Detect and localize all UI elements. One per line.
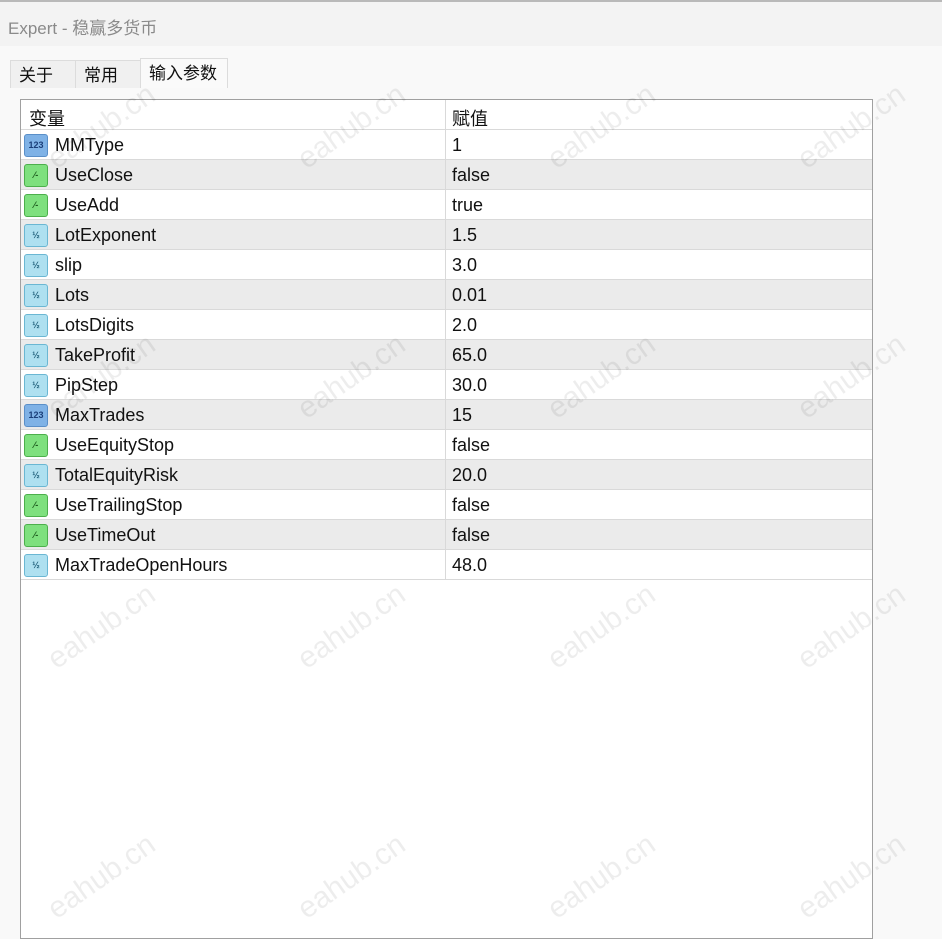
table-row[interactable]: ½ LotsDigits 2.0 (21, 310, 872, 340)
parameter-name: TakeProfit (55, 345, 136, 365)
table-header: 变量 赋值 (21, 100, 872, 130)
boolean-type-icon: ⁄- (24, 194, 48, 217)
parameter-value[interactable]: true (452, 195, 483, 216)
boolean-type-icon: ⁄- (24, 164, 48, 187)
parameter-name: MaxTradeOpenHours (55, 555, 228, 575)
table-row[interactable]: ½ slip 3.0 (21, 250, 872, 280)
parameter-name: LotExponent (55, 225, 157, 245)
parameters-table: 变量 赋值 123 MMType 1 ⁄- UseClose false ⁄- Us… (20, 99, 873, 939)
parameter-name: UseEquityStop (55, 435, 175, 455)
boolean-type-icon: ⁄- (24, 434, 48, 457)
boolean-type-icon: ⁄- (24, 494, 48, 517)
parameter-name: UseAdd (55, 195, 120, 215)
title-bar: Expert - 稳赢多货币 (0, 0, 942, 46)
table-row[interactable]: ⁄- UseAdd true (21, 190, 872, 220)
window-title: Expert - 稳赢多货币 (8, 19, 158, 38)
parameter-value[interactable]: false (452, 435, 490, 456)
table-row[interactable]: ½ Lots 0.01 (21, 280, 872, 310)
parameter-name: Lots (55, 285, 90, 305)
parameter-name: UseTimeOut (55, 525, 156, 545)
double-type-icon: ½ (24, 464, 48, 487)
parameter-value[interactable]: 2.0 (452, 315, 477, 336)
table-row[interactable]: 123 MaxTrades 15 (21, 400, 872, 430)
parameter-value[interactable]: false (452, 525, 490, 546)
parameter-name: slip (55, 255, 83, 275)
tab-about[interactable]: 关于 (10, 60, 76, 88)
integer-type-icon: 123 (24, 404, 48, 427)
parameter-name: TotalEquityRisk (55, 465, 179, 485)
parameter-name: UseClose (55, 165, 134, 185)
parameter-value[interactable]: 30.0 (452, 375, 487, 396)
parameter-value[interactable]: 15 (452, 405, 472, 426)
double-type-icon: ½ (24, 554, 48, 577)
parameter-value[interactable]: 48.0 (452, 555, 487, 576)
table-row[interactable]: ½ MaxTradeOpenHours 48.0 (21, 550, 872, 580)
parameter-value[interactable]: false (452, 495, 490, 516)
table-row[interactable]: ½ TotalEquityRisk 20.0 (21, 460, 872, 490)
tab-bar: 关于 常用 输入参数 (10, 58, 228, 89)
parameter-value[interactable]: 65.0 (452, 345, 487, 366)
parameter-value[interactable]: 0.01 (452, 285, 487, 306)
table-row[interactable]: ⁄- UseTrailingStop false (21, 490, 872, 520)
parameter-value[interactable]: false (452, 165, 490, 186)
parameter-value[interactable]: 1.5 (452, 225, 477, 246)
header-value[interactable]: 赋值 (452, 105, 488, 131)
double-type-icon: ½ (24, 314, 48, 337)
parameter-name: LotsDigits (55, 315, 135, 335)
table-row[interactable]: ⁄- UseEquityStop false (21, 430, 872, 460)
double-type-icon: ½ (24, 224, 48, 247)
integer-type-icon: 123 (24, 134, 48, 157)
table-row[interactable]: 123 MMType 1 (21, 130, 872, 160)
table-row[interactable]: ½ LotExponent 1.5 (21, 220, 872, 250)
header-variable[interactable]: 变量 (29, 105, 65, 131)
double-type-icon: ½ (24, 374, 48, 397)
tab-inputs[interactable]: 输入参数 (140, 58, 228, 88)
tab-common[interactable]: 常用 (75, 60, 141, 88)
parameter-name: PipStep (55, 375, 119, 395)
table-row[interactable]: ½ PipStep 30.0 (21, 370, 872, 400)
boolean-type-icon: ⁄- (24, 524, 48, 547)
double-type-icon: ½ (24, 284, 48, 307)
table-row[interactable]: ⁄- UseTimeOut false (21, 520, 872, 550)
double-type-icon: ½ (24, 254, 48, 277)
parameter-value[interactable]: 3.0 (452, 255, 477, 276)
parameter-value[interactable]: 20.0 (452, 465, 487, 486)
table-row[interactable]: ⁄- UseClose false (21, 160, 872, 190)
double-type-icon: ½ (24, 344, 48, 367)
parameter-name: UseTrailingStop (55, 495, 183, 515)
parameter-name: MMType (55, 135, 125, 155)
parameter-name: MaxTrades (55, 405, 145, 425)
parameter-value[interactable]: 1 (452, 135, 462, 156)
table-row[interactable]: ½ TakeProfit 65.0 (21, 340, 872, 370)
